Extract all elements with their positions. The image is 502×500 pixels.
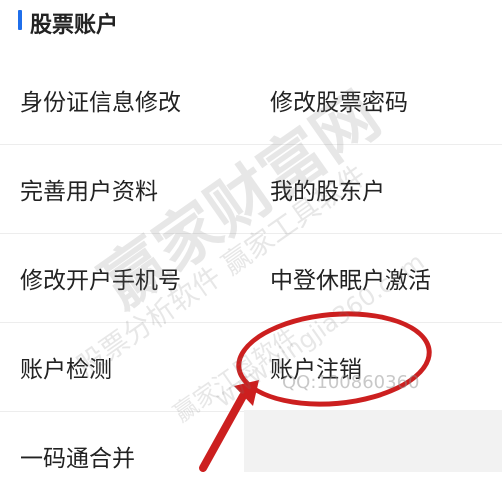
menu-item-account-check[interactable]: 账户检测 xyxy=(20,323,240,411)
section-header: 股票账户 xyxy=(0,0,502,44)
menu-item-complete-user-profile[interactable]: 完善用户资料 xyxy=(20,145,240,233)
menu-item-change-account-phone[interactable]: 修改开户手机号 xyxy=(20,234,240,322)
table-row: 身份证信息修改 修改股票密码 xyxy=(0,56,502,144)
empty-panel-area xyxy=(244,410,502,472)
section-title: 股票账户 xyxy=(30,13,119,38)
menu-item-id-info-modify[interactable]: 身份证信息修改 xyxy=(20,56,240,144)
menu-item-account-cancellation[interactable]: 账户注销 xyxy=(270,323,490,411)
stock-account-screen: 股票账户 身份证信息修改 修改股票密码 完善用户资料 我的股东户 修改开户手机号… xyxy=(0,0,502,500)
table-row: 账户检测 账户注销 xyxy=(0,322,502,411)
table-row: 完善用户资料 我的股东户 xyxy=(0,144,502,233)
menu-item-my-shareholder-account[interactable]: 我的股东户 xyxy=(270,145,490,233)
table-row: 修改开户手机号 中登休眠户激活 xyxy=(0,233,502,322)
menu-item-change-stock-password[interactable]: 修改股票密码 xyxy=(270,56,490,144)
section-accent-bar xyxy=(18,10,22,30)
menu-item-code-merge[interactable]: 一码通合并 xyxy=(20,412,240,500)
menu-item-dormant-account-activation[interactable]: 中登休眠户激活 xyxy=(270,234,490,322)
